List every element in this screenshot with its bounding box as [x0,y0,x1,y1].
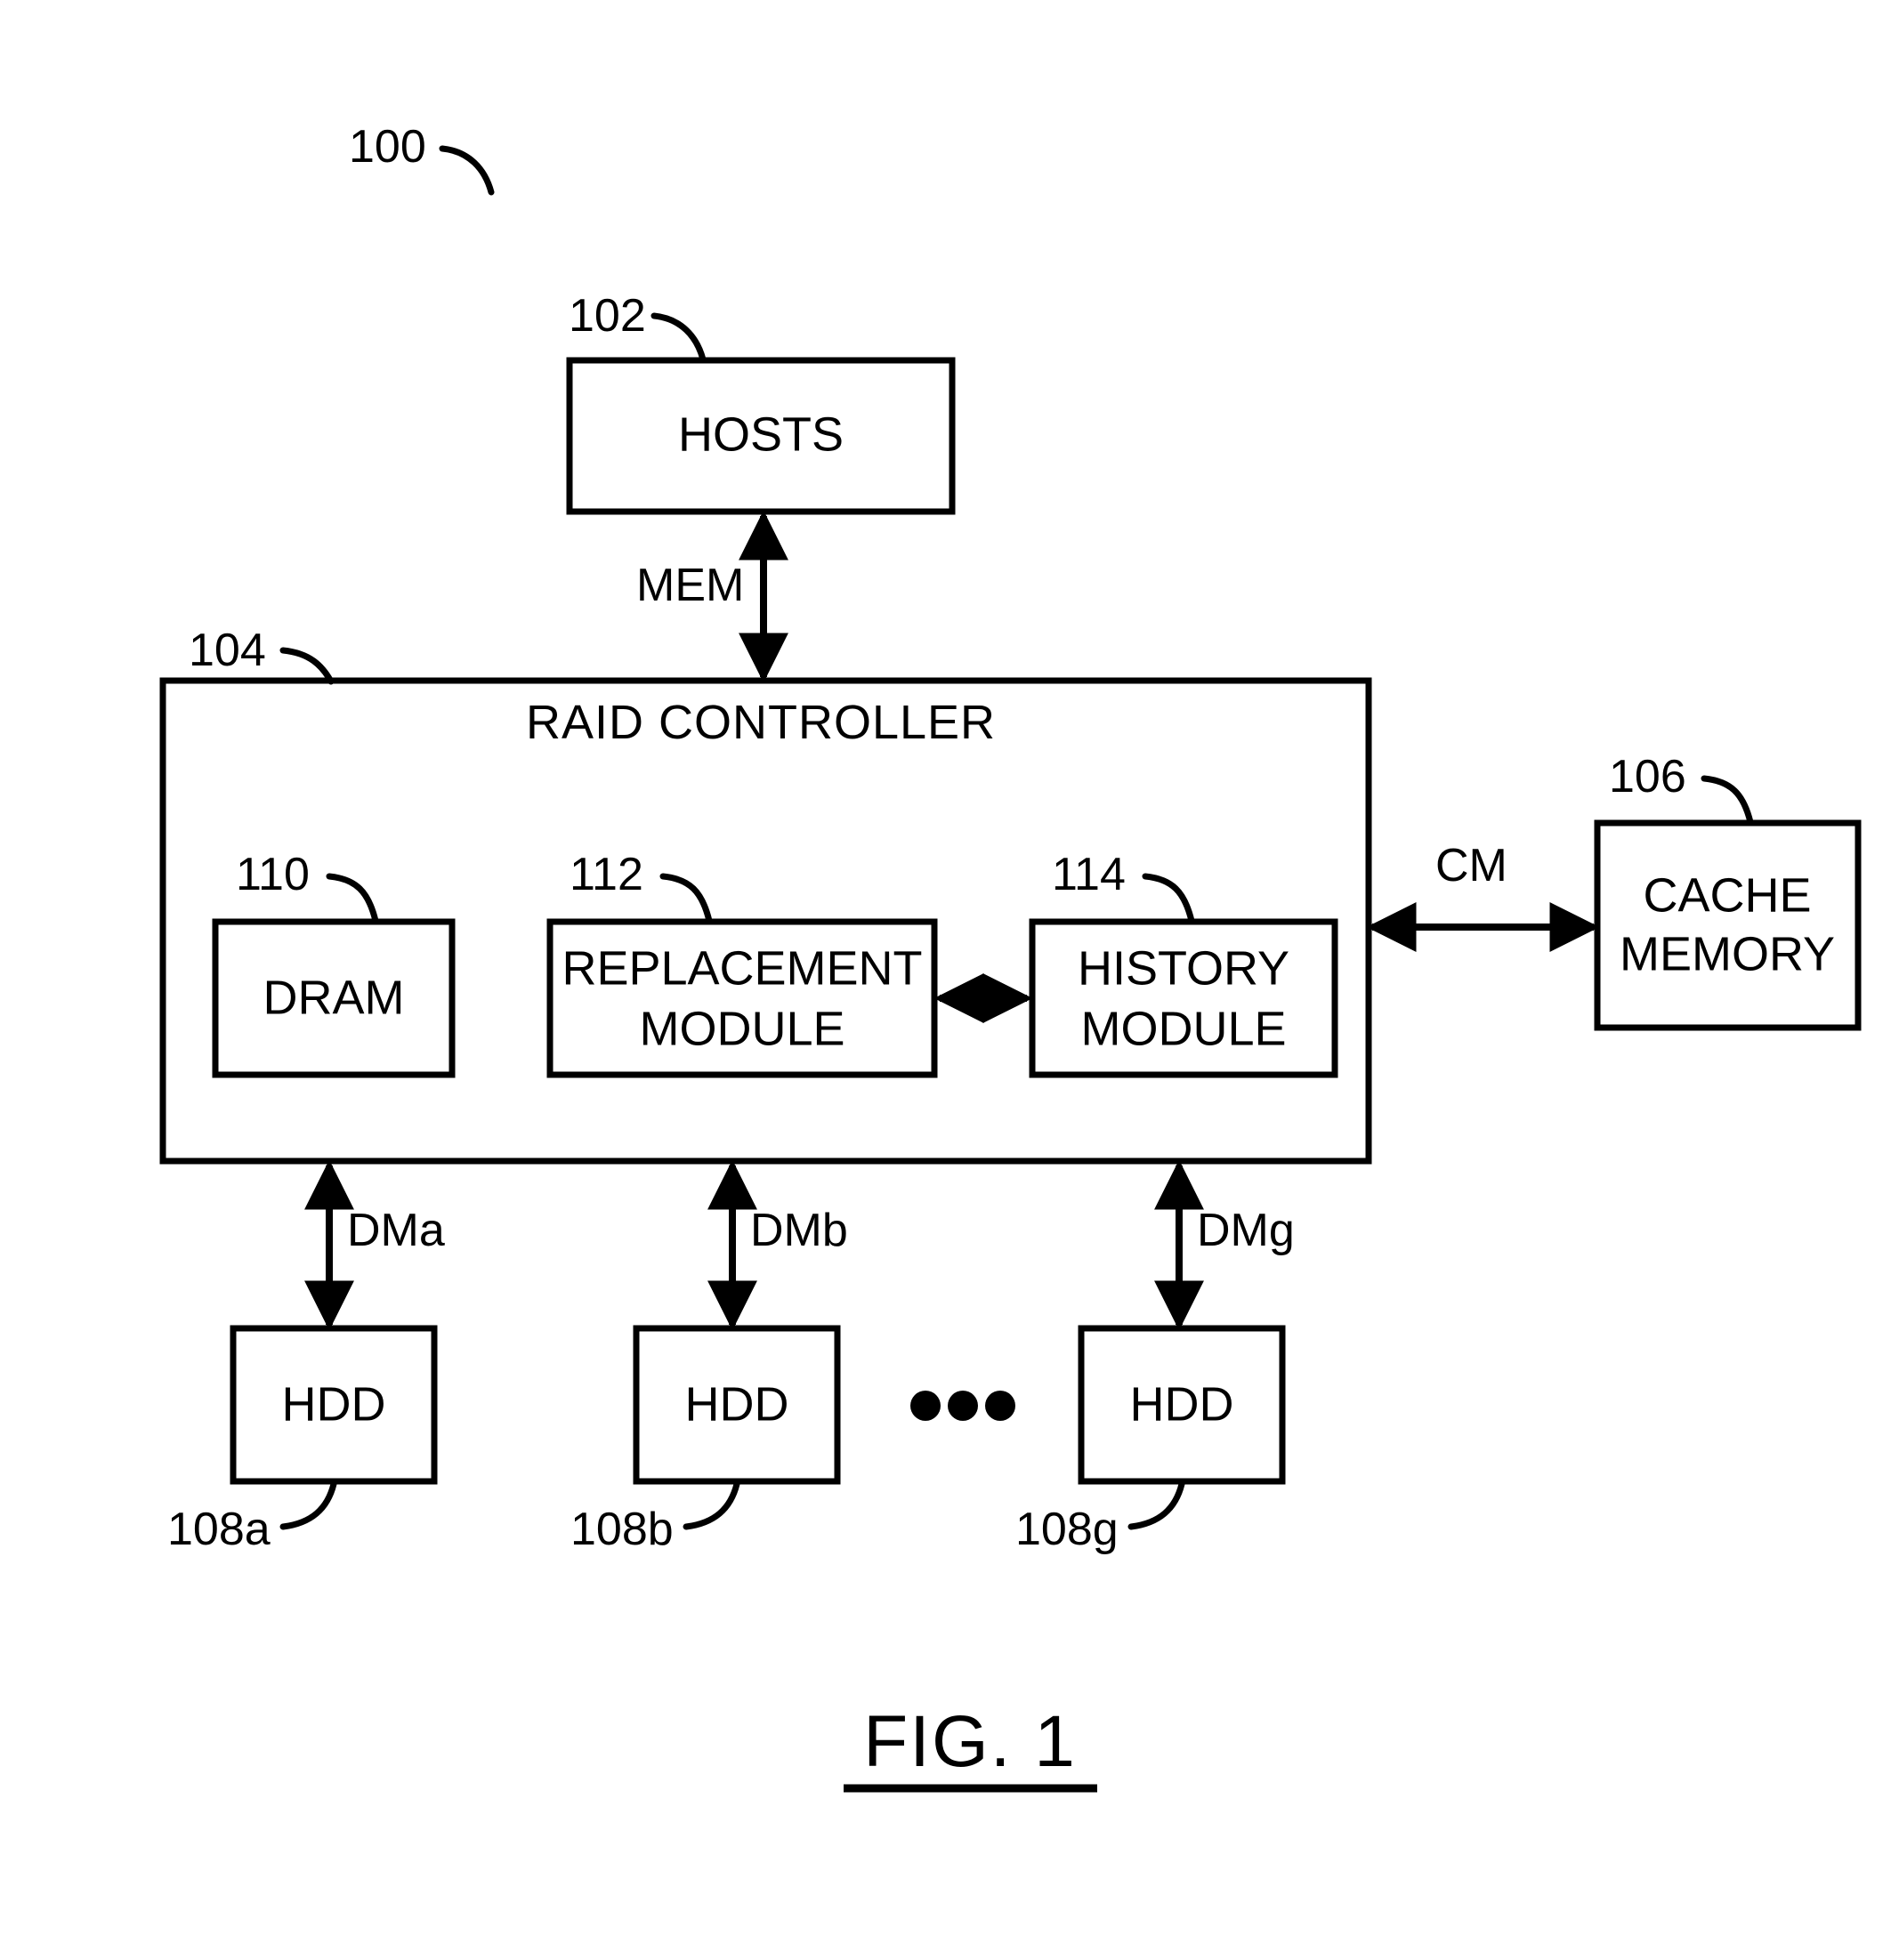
cache-memory-label-line2: MEMORY [1620,927,1835,980]
ref-108b-label: 108b [570,1504,674,1555]
ref-114-label: 114 [1052,849,1126,900]
dram-label: DRAM [263,971,405,1024]
hosts-label: HOSTS [678,407,844,461]
replacement-module-label-line1: REPLACEMENT [562,941,922,995]
ref-106-label: 106 [1609,751,1686,803]
replacement-module-label-line2: MODULE [639,1002,844,1055]
hdd-label-g: HDD [1130,1377,1234,1431]
cache-memory-label-line1: CACHE [1643,868,1811,922]
ref-100-leader [439,145,495,196]
dmb-signal-label: DMb [750,1205,848,1256]
cache-memory-block [1594,819,1862,1031]
ref-108g-label: 108g [1015,1504,1119,1555]
history-module-label-line1: HISTORY [1078,941,1289,995]
ref-102-label: 102 [569,290,646,342]
drive-ellipsis [910,1391,1015,1421]
dmg-signal-label: DMg [1197,1205,1295,1256]
ref-100-label: 100 [349,121,426,173]
ref-108b-leader [683,1480,740,1530]
mem-signal-label: MEM [636,560,744,611]
ref-106-leader [1701,775,1754,826]
block-diagram: 100 HOSTS 102 MEM RAID CONTROLLER 104 DR… [159,121,1862,1793]
ref-108a-label: 108a [167,1504,271,1555]
dma-signal-label: DMa [347,1205,445,1256]
figure-caption: FIG. 1 [863,1701,1077,1782]
raid-controller-label: RAID CONTROLLER [526,696,996,749]
hdd-label-a: HDD [282,1377,386,1431]
ref-104-leader [279,647,335,685]
cm-signal-label: CM [1435,840,1507,891]
ref-102-leader [651,312,707,363]
ref-112-label: 112 [570,849,643,900]
hdd-label-b: HDD [685,1377,789,1431]
ref-108g-leader [1127,1480,1185,1530]
ref-108a-leader [279,1480,337,1530]
patent-figure: 100 HOSTS 102 MEM RAID CONTROLLER 104 DR… [0,0,1899,1960]
ref-104-label: 104 [189,625,266,676]
ref-110-label: 110 [236,849,310,900]
history-module-label-line2: MODULE [1080,1002,1286,1055]
